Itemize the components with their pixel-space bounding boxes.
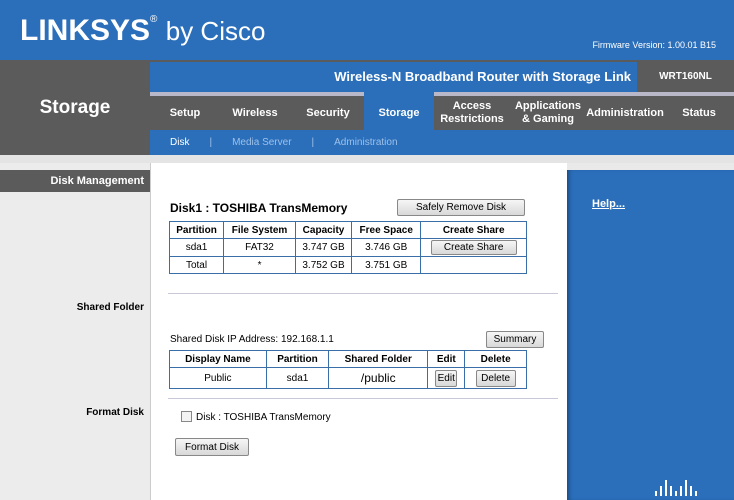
cell: sda1 [265, 367, 330, 389]
subnav-separator: | [209, 137, 213, 148]
format-disk-button[interactable]: Format Disk [175, 438, 249, 456]
column-header: File System [223, 221, 296, 239]
cell: Create Share [420, 238, 527, 257]
column-header: Display Name [169, 350, 267, 368]
help-panel [567, 170, 734, 500]
cell: FAT32 [223, 238, 296, 257]
table-row: sda1 FAT32 3.747 GB 3.746 GB Create Share [168, 238, 527, 257]
edit-button[interactable]: Edit [435, 369, 458, 387]
table-row: Public sda1/public Edit Delete [169, 367, 527, 389]
cell: sda1 [168, 238, 225, 257]
partition-table: Partition File System Capacity Free Space Cr… [168, 221, 527, 274]
divider [168, 398, 558, 399]
subnav-administration[interactable]: Administration [334, 137, 397, 148]
format-disk-checkbox-label: Disk : TOSHIBA TransMemory [196, 412, 331, 423]
create-share-button[interactable]: Create Share [430, 240, 517, 255]
column-header: Partition [168, 221, 225, 239]
cell: * [223, 256, 296, 274]
column-header: Shared Folder [328, 350, 429, 368]
format-disk-label: Format Disk [86, 407, 144, 418]
cisco-logo-icon [655, 480, 697, 496]
column-header: Capacity [294, 221, 353, 239]
column-header: Create Share [420, 221, 527, 239]
tab-setup[interactable]: Setup [152, 96, 218, 130]
shared-folder-label: Shared Folder [76, 302, 144, 313]
column-header: Partition [265, 350, 330, 368]
delete-button[interactable]: Delete [475, 369, 516, 387]
cell: 3.746 GB [351, 238, 422, 257]
summary-button[interactable]: Summary [486, 331, 544, 348]
cell: Public [169, 367, 267, 389]
sub-navigation: Disk | Media Server | Administration [150, 130, 734, 155]
disk-title: Disk1 : TOSHIBA TransMemory [170, 201, 348, 215]
linksys-logo: LINKSYS® by Cisco [20, 14, 266, 47]
cell: Total [168, 256, 225, 274]
tab-administration[interactable]: Administration [586, 96, 664, 130]
cell: /public [328, 367, 429, 389]
cell: Delete [464, 367, 527, 389]
tab-applications-gaming[interactable]: Applications & Gaming [510, 96, 586, 130]
help-link[interactable]: Help... [592, 198, 625, 210]
tab-wireless[interactable]: Wireless [218, 96, 292, 130]
model-number: WRT160NL [659, 71, 712, 82]
cell: 3.751 GB [351, 256, 422, 274]
safely-remove-disk-button[interactable]: Safely Remove Disk [397, 199, 525, 216]
cell: Edit [427, 367, 466, 389]
separator-strip [0, 155, 734, 163]
format-disk-checkbox[interactable] [181, 411, 192, 422]
cell: 3.747 GB [294, 238, 353, 257]
tab-storage[interactable]: Storage [364, 92, 434, 130]
left-column [0, 163, 150, 500]
disk-management-heading: Disk Management [0, 170, 150, 192]
divider [168, 293, 558, 294]
product-name: Wireless-N Broadband Router with Storage… [150, 62, 637, 92]
column-header: Free Space [351, 221, 422, 239]
column-header: Delete [464, 350, 527, 368]
cell: 3.752 GB [294, 256, 353, 274]
table-row: Total * 3.752 GB 3.751 GB [168, 256, 527, 274]
subnav-disk[interactable]: Disk [170, 137, 189, 148]
tab-access-restrictions[interactable]: Access Restrictions [434, 96, 510, 130]
section-title: Storage [39, 97, 111, 118]
tab-status[interactable]: Status [664, 96, 734, 130]
subnav-separator: | [311, 137, 315, 148]
subnav-media-server[interactable]: Media Server [232, 137, 291, 148]
tab-security[interactable]: Security [292, 96, 364, 130]
firmware-version: Firmware Version: 1.00.01 B15 [592, 40, 716, 50]
column-header: Edit [427, 350, 466, 368]
cell [420, 256, 527, 274]
shared-folder-table: Display Name Partition Shared Folder Edit De… [169, 350, 527, 389]
shared-disk-ip: Shared Disk IP Address: 192.168.1.1 [170, 334, 334, 345]
